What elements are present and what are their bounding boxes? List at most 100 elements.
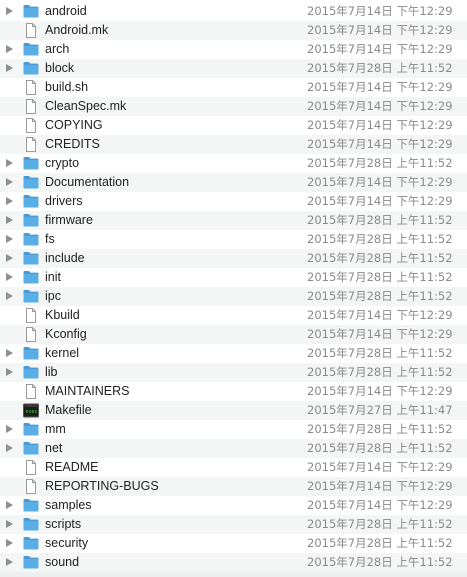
list-item[interactable]: firmware 2015年7月28日 上午11:52 (0, 211, 467, 230)
list-item[interactable]: CleanSpec.mk 2015年7月14日 下午12:29 (0, 97, 467, 116)
item-date-modified: 2015年7月27日 上午11:47 (307, 403, 453, 417)
list-item[interactable]: Android.mk 2015年7月14日 下午12:29 (0, 21, 467, 40)
list-item[interactable]: security 2015年7月28日 上午11:52 (0, 534, 467, 553)
item-name: COPYING (45, 118, 103, 132)
list-bottom-edge (0, 572, 467, 577)
item-date-modified: 2015年7月14日 下午12:29 (307, 384, 453, 398)
item-date-modified: 2015年7月14日 下午12:29 (307, 99, 453, 113)
list-item[interactable]: samples 2015年7月14日 下午12:29 (0, 496, 467, 515)
item-name: Kconfig (45, 327, 87, 341)
folder-icon (23, 346, 39, 361)
list-item[interactable]: init 2015年7月28日 上午11:52 (0, 268, 467, 287)
list-item[interactable]: sound 2015年7月28日 上午11:52 (0, 553, 467, 572)
folder-icon (23, 251, 39, 266)
list-item[interactable]: kernel 2015年7月28日 上午11:52 (0, 344, 467, 363)
list-item[interactable]: android 2015年7月14日 下午12:29 (0, 2, 467, 21)
list-item[interactable]: Kconfig 2015年7月14日 下午12:29 (0, 325, 467, 344)
item-name: build.sh (45, 80, 89, 94)
folder-icon (23, 270, 39, 285)
folder-icon (23, 517, 39, 532)
document-icon (23, 23, 39, 38)
document-icon (23, 80, 39, 95)
list-item[interactable]: scripts 2015年7月28日 上午11:52 (0, 515, 467, 534)
disclosure-triangle-icon[interactable] (6, 45, 13, 53)
disclosure-triangle-icon[interactable] (6, 64, 13, 72)
list-item[interactable]: block 2015年7月28日 上午11:52 (0, 59, 467, 78)
disclosure-triangle-icon[interactable] (6, 216, 13, 224)
disclosure-triangle-icon[interactable] (6, 520, 13, 528)
item-date-modified: 2015年7月14日 下午12:29 (307, 42, 453, 56)
item-date-modified: 2015年7月28日 上午11:52 (307, 536, 453, 550)
item-date-modified: 2015年7月28日 上午11:52 (307, 422, 453, 436)
item-name: fs (45, 232, 55, 246)
document-icon (23, 99, 39, 114)
document-icon (23, 118, 39, 133)
item-date-modified: 2015年7月28日 上午11:52 (307, 213, 453, 227)
item-date-modified: 2015年7月14日 下午12:29 (307, 23, 453, 37)
folder-icon (23, 42, 39, 57)
item-date-modified: 2015年7月14日 下午12:29 (307, 118, 453, 132)
item-name: mm (45, 422, 66, 436)
item-name: samples (45, 498, 92, 512)
folder-icon (23, 555, 39, 570)
folder-icon (23, 422, 39, 437)
list-item[interactable]: Documentation 2015年7月14日 下午12:29 (0, 173, 467, 192)
list-item[interactable]: lib 2015年7月28日 上午11:52 (0, 363, 467, 382)
item-name: crypto (45, 156, 80, 170)
item-date-modified: 2015年7月14日 下午12:29 (307, 175, 453, 189)
document-icon (23, 308, 39, 323)
disclosure-triangle-icon[interactable] (6, 273, 13, 281)
disclosure-triangle-icon[interactable] (6, 425, 13, 433)
item-date-modified: 2015年7月14日 下午12:29 (307, 460, 453, 474)
list-item[interactable]: MAINTAINERS 2015年7月14日 下午12:29 (0, 382, 467, 401)
item-date-modified: 2015年7月28日 上午11:52 (307, 289, 453, 303)
disclosure-triangle-icon[interactable] (6, 558, 13, 566)
document-icon (23, 460, 39, 475)
list-item[interactable]: REPORTING-BUGS 2015年7月14日 下午12:29 (0, 477, 467, 496)
item-name: include (45, 251, 85, 265)
document-icon (23, 384, 39, 399)
list-item[interactable]: arch 2015年7月14日 下午12:29 (0, 40, 467, 59)
item-name: sound (45, 555, 80, 569)
list-item[interactable]: build.sh 2015年7月14日 下午12:29 (0, 78, 467, 97)
list-item[interactable]: mm 2015年7月28日 上午11:52 (0, 420, 467, 439)
disclosure-triangle-icon[interactable] (6, 349, 13, 357)
disclosure-triangle-icon[interactable] (6, 235, 13, 243)
disclosure-triangle-icon[interactable] (6, 178, 13, 186)
item-date-modified: 2015年7月14日 下午12:29 (307, 4, 453, 18)
list-item[interactable]: drivers 2015年7月14日 下午12:29 (0, 192, 467, 211)
list-item[interactable]: CREDITS 2015年7月14日 下午12:29 (0, 135, 467, 154)
list-item[interactable]: fs 2015年7月28日 上午11:52 (0, 230, 467, 249)
disclosure-triangle-icon[interactable] (6, 254, 13, 262)
disclosure-triangle-icon[interactable] (6, 368, 13, 376)
folder-icon (23, 498, 39, 513)
list-item[interactable]: ipc 2015年7月28日 上午11:52 (0, 287, 467, 306)
item-name: firmware (45, 213, 93, 227)
item-name: lib (45, 365, 58, 379)
disclosure-triangle-icon[interactable] (6, 159, 13, 167)
item-date-modified: 2015年7月28日 上午11:52 (307, 232, 453, 246)
item-date-modified: 2015年7月14日 下午12:29 (307, 137, 453, 151)
disclosure-triangle-icon[interactable] (6, 292, 13, 300)
list-item[interactable]: COPYING 2015年7月14日 下午12:29 (0, 116, 467, 135)
item-name: kernel (45, 346, 80, 360)
item-date-modified: 2015年7月14日 下午12:29 (307, 194, 453, 208)
list-item[interactable]: README 2015年7月14日 下午12:29 (0, 458, 467, 477)
item-name: block (45, 61, 75, 75)
disclosure-triangle-icon[interactable] (6, 539, 13, 547)
item-name: REPORTING-BUGS (45, 479, 159, 493)
list-item[interactable]: exec Makefile 2015年7月27日 上午11:47 (0, 401, 467, 420)
document-icon (23, 327, 39, 342)
item-name: Kbuild (45, 308, 80, 322)
folder-icon (23, 4, 39, 19)
list-item[interactable]: net 2015年7月28日 上午11:52 (0, 439, 467, 458)
disclosure-triangle-icon[interactable] (6, 444, 13, 452)
disclosure-triangle-icon[interactable] (6, 7, 13, 15)
disclosure-triangle-icon[interactable] (6, 501, 13, 509)
item-date-modified: 2015年7月28日 上午11:52 (307, 61, 453, 75)
list-item[interactable]: include 2015年7月28日 上午11:52 (0, 249, 467, 268)
disclosure-triangle-icon[interactable] (6, 197, 13, 205)
list-item[interactable]: crypto 2015年7月28日 上午11:52 (0, 154, 467, 173)
folder-icon (23, 156, 39, 171)
list-item[interactable]: Kbuild 2015年7月14日 下午12:29 (0, 306, 467, 325)
